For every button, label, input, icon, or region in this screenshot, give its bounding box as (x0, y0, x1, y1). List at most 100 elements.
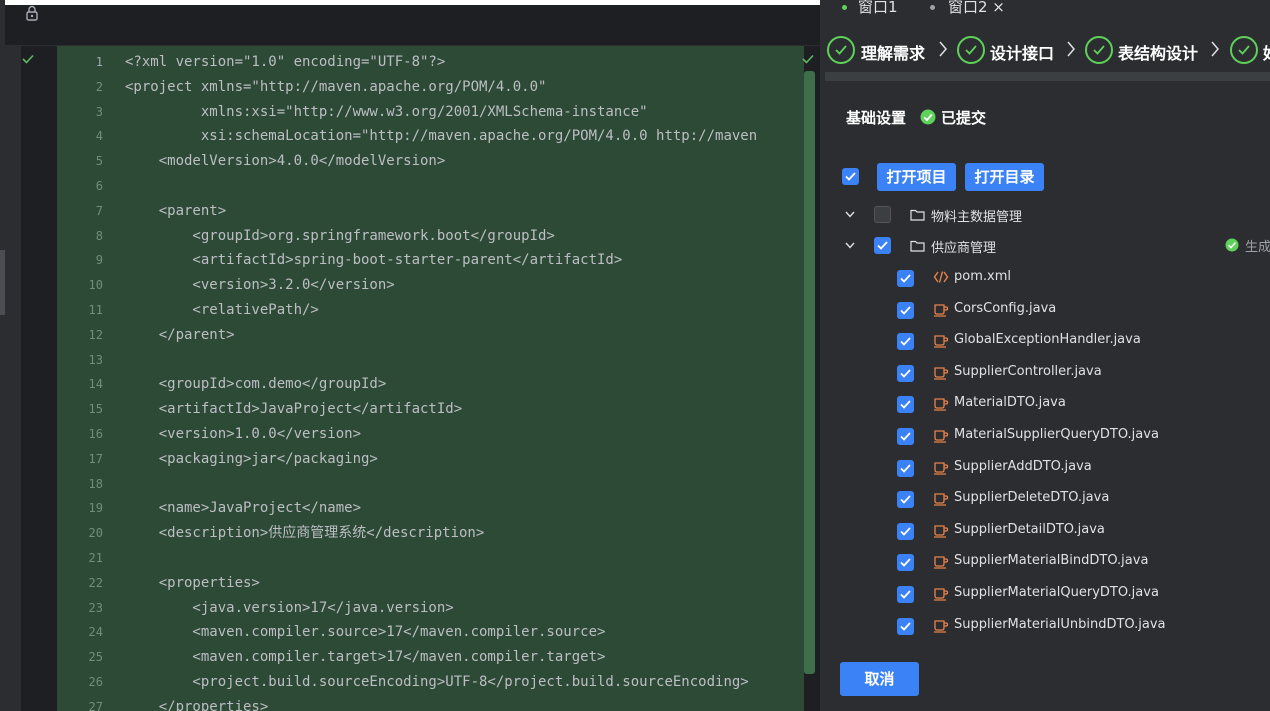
code-line[interactable]: 22 <properties> (57, 571, 804, 596)
tree-label-material[interactable]: 物料主数据管理 (931, 206, 1022, 225)
file-checkbox[interactable] (897, 522, 914, 540)
code-text[interactable]: <project xmlns="http://maven.apache.org/… (125, 75, 546, 100)
cancel-button[interactable]: 取消 (840, 662, 919, 696)
code-text[interactable]: </properties> (125, 695, 269, 711)
select-all-checkbox[interactable] (842, 168, 859, 185)
code-text[interactable]: <?xml version="1.0" encoding="UTF-8"?> (125, 50, 445, 75)
file-checkbox[interactable] (897, 270, 914, 287)
file-name[interactable]: MaterialDTO.java (954, 395, 1066, 410)
code-lines[interactable]: 1 <?xml version="1.0" encoding="UTF-8"?> 2… (57, 46, 804, 711)
file-checkbox[interactable] (897, 459, 914, 477)
file-name[interactable]: CorsConfig.java (954, 301, 1056, 316)
file-name[interactable]: SupplierController.java (954, 364, 1102, 379)
code-text[interactable]: </parent> (125, 323, 235, 348)
file-checkbox[interactable] (897, 586, 914, 603)
file-checkbox[interactable] (897, 301, 914, 319)
code-line[interactable]: 7 <parent> (57, 199, 804, 224)
code-line[interactable]: 2 <project xmlns="http://maven.apache.org… (57, 75, 804, 100)
code-text[interactable]: <artifactId>JavaProject</artifactId> (125, 397, 462, 422)
code-text[interactable]: <description>供应商管理系统</description> (125, 521, 485, 546)
code-text[interactable]: <artifactId>spring-boot-starter-parent</… (125, 248, 622, 273)
file-name[interactable]: SupplierAddDTO.java (954, 459, 1092, 474)
code-line[interactable]: 24 <maven.compiler.source>17</maven.comp… (57, 620, 804, 645)
code-line[interactable]: 14 <groupId>com.demo</groupId> (57, 372, 804, 397)
chevron-right-icon (1211, 41, 1219, 57)
code-line[interactable]: 5 <modelVersion>4.0.0</modelVersion> (57, 149, 804, 174)
code-text[interactable]: <modelVersion>4.0.0</modelVersion> (125, 149, 446, 174)
code-line[interactable]: 26 <project.build.sourceEncoding>UTF-8</… (57, 670, 804, 695)
tree-checkbox-material[interactable] (874, 206, 891, 223)
code-line[interactable]: 10 <version>3.2.0</version> (57, 273, 804, 298)
code-text[interactable]: <name>JavaProject</name> (125, 496, 361, 521)
file-checkbox[interactable] (897, 617, 914, 635)
chevron-down-icon[interactable] (845, 242, 855, 249)
code-text[interactable]: <groupId>org.springframework.boot</group… (125, 224, 554, 249)
tree-checkbox-supplier[interactable] (874, 237, 891, 254)
code-text[interactable]: <version>1.0.0</version> (125, 422, 361, 447)
code-line[interactable]: 1 <?xml version="1.0" encoding="UTF-8"?> (57, 50, 804, 75)
file-name[interactable]: SupplierMaterialUnbindDTO.java (954, 617, 1166, 632)
file-name[interactable]: SupplierMaterialBindDTO.java (954, 553, 1148, 568)
inspection-ok-icon[interactable] (802, 54, 814, 64)
file-checkbox[interactable] (897, 428, 914, 445)
file-name[interactable]: SupplierDeleteDTO.java (954, 490, 1109, 505)
code-line[interactable]: 21 (57, 546, 804, 571)
tree-label-supplier[interactable]: 供应商管理 (931, 237, 996, 256)
code-line[interactable]: 25 <maven.compiler.target>17</maven.comp… (57, 645, 804, 670)
code-line[interactable]: 15 <artifactId>JavaProject</artifactId> (57, 397, 804, 422)
file-checkbox[interactable] (897, 396, 914, 414)
tab-window-2[interactable]: 窗口2 × (948, 0, 1005, 17)
file-name[interactable]: GlobalExceptionHandler.java (954, 332, 1141, 347)
code-text[interactable]: <java.version>17</java.version> (125, 596, 453, 621)
code-line[interactable]: 11 <relativePath/> (57, 298, 804, 323)
code-text[interactable]: <groupId>com.demo</groupId> (125, 372, 387, 397)
code-editor[interactable]: 1 <?xml version="1.0" encoding="UTF-8"?> 2… (5, 5, 820, 711)
file-checkbox[interactable] (897, 554, 914, 572)
code-line[interactable]: 18 (57, 472, 804, 497)
code-line[interactable]: 27 </properties> (57, 695, 804, 711)
code-line[interactable]: 8 <groupId>org.springframework.boot</gro… (57, 224, 804, 249)
lock-icon[interactable] (25, 5, 39, 21)
status-text: 已提交 (941, 109, 987, 127)
code-line[interactable]: 20 <description>供应商管理系统</description> (57, 521, 804, 546)
step-label-1: 理解需求 (861, 44, 926, 63)
check-circle-icon (1225, 238, 1239, 252)
code-text[interactable]: <maven.compiler.source>17</maven.compile… (125, 620, 605, 645)
file-checkbox[interactable] (897, 364, 914, 382)
code-text[interactable]: <maven.compiler.target>17</maven.compile… (125, 645, 605, 670)
code-line[interactable]: 4 xsi:schemaLocation="http://maven.apach… (57, 124, 804, 149)
code-text[interactable]: <relativePath/> (125, 298, 318, 323)
code-text[interactable]: <properties> (125, 571, 260, 596)
code-line[interactable]: 16 <version>1.0.0</version> (57, 422, 804, 447)
code-line[interactable]: 17 <packaging>jar</packaging> (57, 447, 804, 472)
file-name[interactable]: SupplierMaterialQueryDTO.java (954, 585, 1159, 600)
code-line[interactable]: 19 <name>JavaProject</name> (57, 496, 804, 521)
code-text[interactable]: xmlns:xsi="http://www.w3.org/2001/XMLSch… (125, 100, 648, 125)
code-line[interactable]: 12 </parent> (57, 323, 804, 348)
code-line[interactable]: 9 <artifactId>spring-boot-starter-parent… (57, 248, 804, 273)
file-name[interactable]: MaterialSupplierQueryDTO.java (954, 427, 1159, 442)
open-directory-button[interactable]: 打开目录 (965, 163, 1044, 191)
file-name[interactable]: pom.xml (954, 269, 1011, 284)
code-text[interactable]: <parent> (125, 199, 226, 224)
chevron-down-icon[interactable] (845, 211, 855, 218)
file-name[interactable]: SupplierDetailDTO.java (954, 522, 1105, 537)
step-done-icon (1230, 36, 1258, 64)
code-line[interactable]: 13 (57, 348, 804, 373)
line-number: 17 (88, 451, 103, 466)
scrollbar-thumb[interactable] (804, 71, 815, 674)
code-text[interactable]: <project.build.sourceEncoding>UTF-8</pro… (125, 670, 748, 695)
line-number: 4 (95, 129, 103, 144)
open-project-button[interactable]: 打开项目 (877, 163, 956, 191)
file-checkbox[interactable] (897, 333, 914, 351)
code-text[interactable]: <version>3.2.0</version> (125, 273, 394, 298)
file-checkbox[interactable] (897, 491, 914, 509)
line-number: 19 (88, 501, 103, 516)
code-text[interactable]: <packaging>jar</packaging> (125, 447, 378, 472)
code-line[interactable]: 6 (57, 174, 804, 199)
code-text[interactable]: xsi:schemaLocation="http://maven.apache.… (125, 124, 757, 149)
generation-panel: 窗口1 窗口2 × 理解需求 设计接口 表结构设计 好 基础设置 已提交 (820, 0, 1270, 711)
tab-window-1[interactable]: 窗口1 (858, 0, 898, 17)
code-line[interactable]: 3 xmlns:xsi="http://www.w3.org/2001/XMLS… (57, 100, 804, 125)
code-line[interactable]: 23 <java.version>17</java.version> (57, 596, 804, 621)
